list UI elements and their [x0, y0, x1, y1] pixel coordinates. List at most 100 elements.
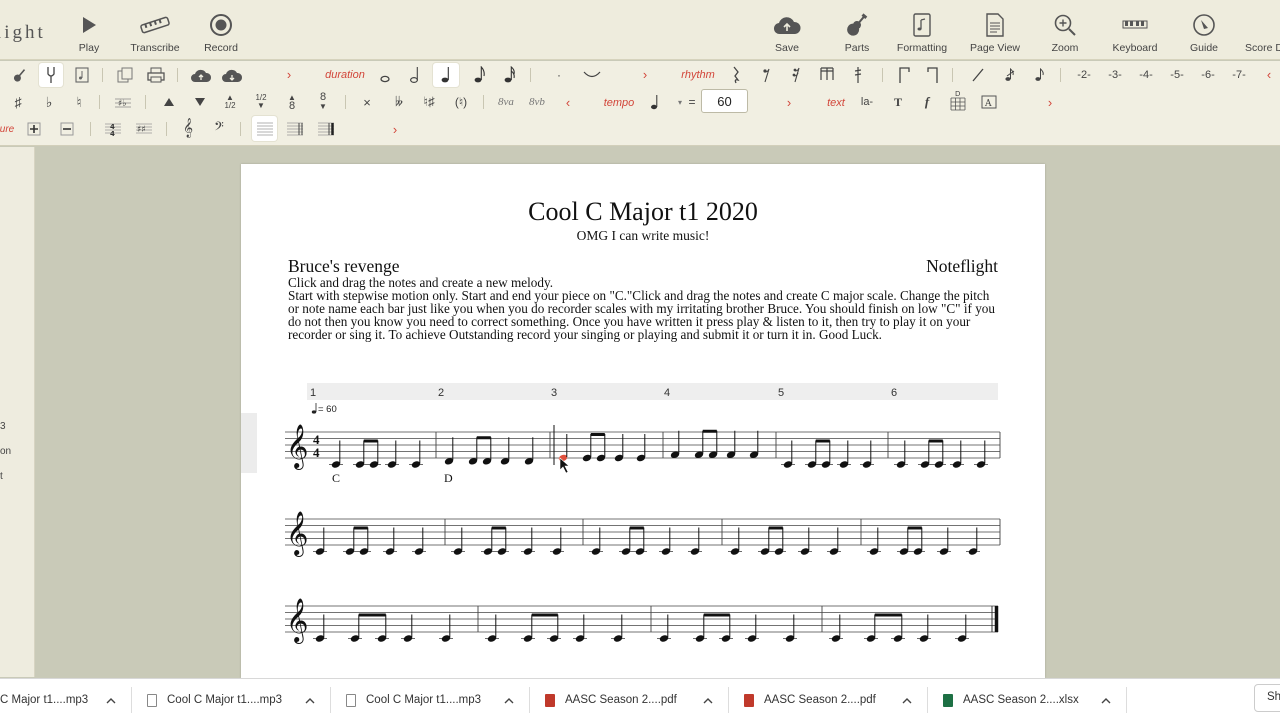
tempo-mark: = 60 [318, 404, 337, 415]
chord-diagram-icon[interactable]: D [946, 89, 970, 111]
beam-end-icon[interactable] [922, 64, 942, 86]
music-score[interactable]: 1 2 3 4 5 6= 60𝄞 44𝄞𝄞C D [241, 164, 1045, 678]
copy-icon[interactable] [114, 64, 136, 86]
tie-icon[interactable] [581, 64, 603, 86]
quarter-note-icon[interactable] [433, 63, 459, 87]
zoom-button[interactable]: Zoom [1028, 10, 1102, 54]
quarter-rest-icon[interactable] [727, 64, 745, 86]
excel-file-icon [943, 693, 953, 707]
keyboard-button[interactable]: Keyboard [1098, 10, 1172, 54]
barline-double-icon[interactable] [284, 118, 306, 140]
remove-measure-icon[interactable] [56, 118, 78, 140]
octave-down-button[interactable]: 8 ▼ [314, 91, 332, 113]
dynamic-button[interactable]: f [918, 91, 936, 113]
download-item[interactable]: AASC Season 2....pdf [545, 679, 677, 720]
side-item[interactable]: t [0, 471, 3, 482]
chevron-up-icon[interactable] [504, 679, 514, 720]
tuplet-6-button[interactable]: -6- [1196, 64, 1220, 86]
barline-single-icon[interactable] [252, 116, 277, 141]
sixteenth-note-icon[interactable] [500, 64, 520, 86]
expand-arrow-icon[interactable]: › [782, 91, 796, 113]
double-flat-icon[interactable]: 𝄫 [389, 91, 409, 113]
play-button[interactable]: Play [52, 10, 126, 54]
chevron-up-icon[interactable] [106, 679, 116, 720]
double-sharp-icon[interactable]: × [358, 91, 376, 113]
chevron-up-icon[interactable] [902, 679, 912, 720]
chevron-up-icon[interactable] [703, 679, 713, 720]
dot-icon[interactable]: · [551, 64, 567, 86]
chevron-up-icon[interactable] [305, 679, 315, 720]
cloud-upload-icon[interactable] [189, 64, 213, 86]
barline-final-icon[interactable] [315, 118, 337, 140]
parts-button[interactable]: Parts [820, 10, 894, 54]
tuplet-7-button[interactable]: -7- [1227, 64, 1251, 86]
rehearsal-mark-icon[interactable]: A [979, 91, 999, 113]
slash-icon[interactable] [968, 64, 988, 86]
ottava-down-button[interactable]: 8vb [525, 91, 549, 113]
time-signature-icon[interactable]: 44 [102, 118, 124, 140]
lyric-button[interactable]: la- [856, 91, 878, 113]
tuning-fork-icon[interactable] [39, 63, 63, 87]
side-item[interactable]: 3 [0, 421, 6, 432]
collapse-arrow-icon[interactable]: ‹ [1262, 63, 1276, 85]
treble-clef-icon[interactable]: 𝄞 [178, 117, 198, 139]
tuplet-2-button[interactable]: -2- [1072, 64, 1096, 86]
guitar-tool-icon[interactable] [9, 64, 31, 86]
beam-group-icon[interactable] [815, 64, 837, 86]
sharp-natural-icon[interactable]: ♮♯ [419, 91, 439, 113]
score-settings-icon[interactable] [71, 64, 93, 86]
score-page[interactable]: Cool C Major t1 2020 OMG I can write mus… [241, 164, 1045, 678]
formatting-button[interactable]: Formatting [885, 10, 959, 54]
score-details-button[interactable]: Score D [1230, 10, 1280, 54]
sixteenth-rest-icon[interactable] [787, 64, 805, 86]
expand-arrow-icon[interactable]: › [282, 63, 296, 85]
eighth-note-icon[interactable] [470, 64, 490, 86]
courtesy-accidental-icon[interactable]: (♮) [450, 91, 472, 113]
staff-text-button[interactable]: T [889, 91, 907, 113]
download-item[interactable]: C Major t1....mp3 [0, 679, 88, 720]
tuplet-3-button[interactable]: -3- [1103, 64, 1127, 86]
beam-start-icon[interactable] [894, 64, 914, 86]
eighth-rest-icon[interactable] [757, 64, 775, 86]
half-step-up-button[interactable]: ▲ 1/2 [220, 91, 240, 113]
show-all-button[interactable]: Sh [1254, 684, 1280, 712]
transcribe-button[interactable]: Transcribe [118, 10, 192, 54]
tuplet-5-button[interactable]: -5- [1165, 64, 1189, 86]
tempo-note-dropdown-icon[interactable]: ▾ [675, 91, 685, 113]
beam-split-icon[interactable] [849, 64, 867, 86]
save-button[interactable]: Save [750, 10, 824, 54]
expand-arrow-icon[interactable]: › [388, 118, 402, 140]
page-view-button[interactable]: Page View [958, 10, 1032, 54]
side-item[interactable]: on [0, 446, 11, 457]
whole-note-icon[interactable] [375, 65, 395, 87]
tempo-input[interactable]: 60 [701, 89, 748, 113]
key-signature-icon[interactable]: ♯♯ [133, 118, 155, 140]
octave-up-button[interactable]: ▲ 8 [283, 91, 301, 113]
cue-note-icon[interactable] [1030, 64, 1050, 86]
sharp-icon[interactable]: ♯ [9, 91, 27, 113]
pitch-up-icon[interactable] [160, 91, 178, 113]
download-item[interactable]: AASC Season 2....xlsx [943, 679, 1079, 720]
pitch-down-icon[interactable] [191, 91, 209, 113]
add-measure-icon[interactable] [23, 118, 45, 140]
print-icon[interactable] [145, 64, 167, 86]
tuplet-4-button[interactable]: -4- [1134, 64, 1158, 86]
chevron-up-icon[interactable] [1101, 679, 1111, 720]
record-button[interactable]: Record [184, 10, 258, 54]
grace-note-icon[interactable] [1000, 64, 1020, 86]
download-item[interactable]: Cool C Major t1....mp3 [147, 679, 282, 720]
expand-arrow-icon[interactable]: › [638, 63, 652, 85]
half-step-down-button[interactable]: 1/2 ▼ [251, 91, 271, 113]
flat-icon[interactable]: ♭ [40, 91, 58, 113]
enharmonic-icon[interactable]: ♯♭ [112, 91, 134, 113]
bass-clef-icon[interactable]: 𝄢 [208, 117, 230, 139]
tempo-note-icon[interactable] [648, 91, 662, 113]
half-note-icon[interactable] [405, 64, 425, 86]
download-item[interactable]: Cool C Major t1....mp3 [346, 679, 481, 720]
download-item[interactable]: AASC Season 2....pdf [744, 679, 876, 720]
cloud-download-icon[interactable] [220, 64, 244, 86]
ottava-up-button[interactable]: 8va [494, 91, 518, 113]
collapse-arrow-icon[interactable]: ‹ [561, 91, 575, 113]
expand-arrow-icon[interactable]: › [1043, 91, 1057, 113]
natural-icon[interactable]: ♮ [70, 91, 88, 113]
